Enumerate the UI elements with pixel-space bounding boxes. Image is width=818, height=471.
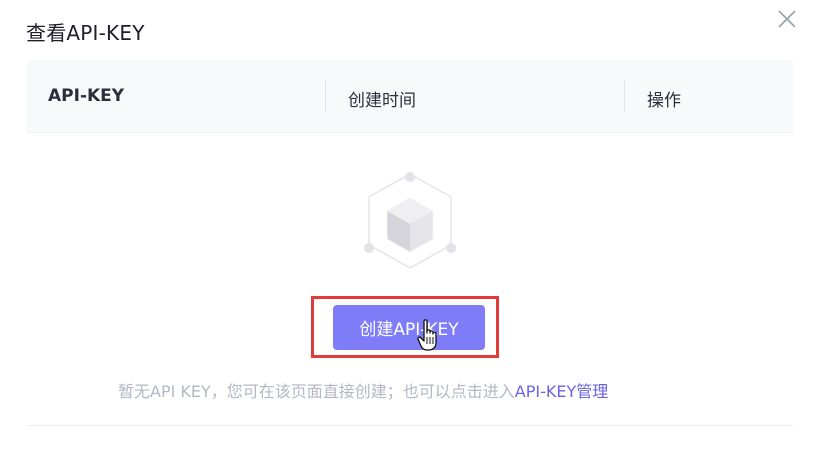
column-divider <box>325 80 326 112</box>
dialog-title: 查看API-KEY <box>26 21 145 45</box>
api-key-dialog: 查看API-KEY API-KEY 创建时间 操作 创建API-KEY 暂无AP… <box>0 0 818 471</box>
column-header-actions: 操作 <box>647 91 681 111</box>
column-divider <box>624 80 625 112</box>
empty-hint: 暂无API KEY，您可在该页面直接创建；也可以点击进入API-KEY管理 <box>118 378 738 402</box>
empty-box-icon <box>357 168 463 276</box>
empty-hint-text: 暂无API KEY，您可在该页面直接创建；也可以点击进入 <box>118 382 515 401</box>
close-icon[interactable] <box>774 6 800 32</box>
create-api-key-button[interactable]: 创建API-KEY <box>333 305 485 350</box>
api-key-management-link[interactable]: API-KEY管理 <box>515 382 608 401</box>
table-header: API-KEY 创建时间 操作 <box>27 60 793 133</box>
column-header-created-time: 创建时间 <box>348 91 416 111</box>
hand-pointer-icon <box>417 318 441 352</box>
divider <box>27 425 793 426</box>
column-header-api-key: API-KEY <box>48 86 125 106</box>
